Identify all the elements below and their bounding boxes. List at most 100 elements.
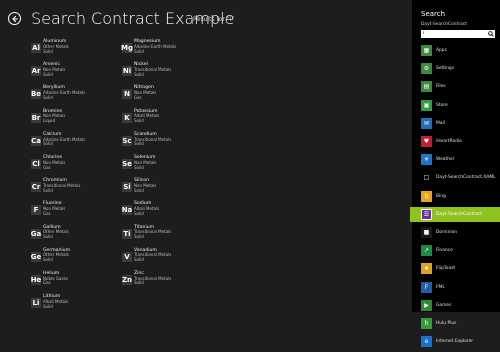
app-label: Apps bbox=[436, 48, 447, 54]
element-state: Solid bbox=[134, 234, 144, 240]
search-app-item[interactable]: ■ Dominion bbox=[412, 225, 500, 240]
element-result-item[interactable]: Al Aluminum Other Metals Solid bbox=[31, 39, 117, 60]
element-symbol-tile: Zn bbox=[121, 274, 133, 285]
app-icon: ✉ bbox=[421, 117, 432, 129]
element-info: Chlorine Non Metals Gas bbox=[43, 155, 65, 170]
element-result-item[interactable]: Se Selenium Non Metals Solid bbox=[122, 155, 208, 176]
app-icon: ▤ bbox=[421, 81, 432, 93]
app-icon: ▦ bbox=[421, 45, 432, 57]
element-result-item[interactable]: N Nitrogen Non Metals Gas bbox=[122, 86, 208, 106]
app-icon: □ bbox=[421, 172, 432, 184]
search-app-item[interactable]: ▣ Store bbox=[412, 98, 500, 113]
element-info: Gallium Other Metals Solid bbox=[43, 225, 69, 240]
element-symbol-tile: Be bbox=[30, 89, 42, 100]
search-app-item[interactable]: ⚙ Settings bbox=[412, 61, 500, 76]
element-info: Chromium Transitional Metals Solid bbox=[43, 178, 80, 193]
search-app-item[interactable]: ▤ Files bbox=[412, 79, 500, 94]
search-app-item[interactable]: ▦ Apps bbox=[412, 43, 500, 58]
app-icon: ■ bbox=[421, 226, 432, 238]
element-result-item[interactable]: F Fluorine Non Metals Gas bbox=[31, 202, 117, 222]
element-symbol-tile: Sc bbox=[122, 135, 132, 146]
element-symbol-tile: Ar bbox=[31, 66, 41, 77]
app-icon: ♥ bbox=[421, 136, 432, 148]
element-result-item[interactable]: Ti Titanium Transitional Metals Solid bbox=[122, 225, 208, 246]
element-result-item[interactable]: Be Beryllium Alkaline Earth Metals Solid bbox=[31, 86, 117, 106]
search-app-item[interactable]: ☀ Weather bbox=[412, 152, 500, 167]
app-icon: ⚙ bbox=[421, 63, 432, 75]
element-result-item[interactable]: He Helium Noble Gases Gas bbox=[30, 271, 117, 292]
element-symbol-tile: Ti bbox=[122, 228, 132, 239]
element-info: Beryllium Alkaline Earth Metals Solid bbox=[43, 86, 85, 100]
app-label: FML bbox=[436, 284, 445, 290]
app-label: Settings bbox=[436, 66, 455, 72]
element-result-item[interactable]: Ar Arsenic Non Metals Solid bbox=[31, 62, 117, 83]
element-result-item[interactable]: Mg Magnesium Alkaline Earth Metals Solid bbox=[121, 39, 208, 60]
app-label: Internet Explorer bbox=[436, 339, 474, 345]
results-column-1: Al Aluminum Other Metals Solid Ar Arsenic Non … bbox=[30, 39, 117, 318]
search-app-item[interactable]: ✉ Mail bbox=[412, 116, 500, 131]
app-icon: ★ bbox=[421, 263, 432, 275]
element-result-item[interactable]: Ga Gallium Other Metals Solid bbox=[31, 225, 117, 246]
search-app-item[interactable]: ↗ Finance bbox=[412, 243, 500, 258]
element-state: Solid bbox=[134, 187, 144, 193]
element-result-item[interactable]: Cr Chromium Transitional Metals Solid bbox=[31, 178, 117, 199]
element-state: Solid bbox=[134, 48, 144, 54]
element-result-item[interactable]: Na Sodium Alkali Metals Solid bbox=[122, 202, 208, 222]
element-symbol-tile: Si bbox=[122, 182, 132, 193]
element-symbol-tile: Mg bbox=[121, 43, 133, 53]
element-symbol-tile: Se bbox=[122, 158, 132, 169]
element-state: Solid bbox=[43, 257, 53, 263]
element-symbol-tile: N bbox=[122, 89, 132, 100]
element-result-item[interactable]: Si Silicon Non Metals Solid bbox=[122, 178, 208, 199]
search-app-item[interactable]: b Bing bbox=[412, 189, 500, 204]
search-app-item[interactable]: □ Dayt-SearchContract.XAML bbox=[412, 170, 500, 185]
element-result-item[interactable]: Ca Calcium Alkaline Earth Metals Solid bbox=[31, 132, 117, 153]
search-app-item[interactable]: h Hulu Plus bbox=[412, 316, 500, 331]
element-result-item[interactable]: Zn Zinc Transitional Metals Solid bbox=[121, 271, 208, 292]
app-label: Dayt-SearchContract bbox=[436, 211, 482, 217]
app-label: Bing bbox=[436, 193, 446, 199]
element-state: Solid bbox=[43, 303, 53, 309]
element-result-item[interactable]: Li Lithium Alkali Metals Solid bbox=[31, 294, 117, 315]
search-app-item[interactable]: e Internet Explorer bbox=[412, 334, 500, 349]
back-button[interactable] bbox=[8, 12, 21, 25]
element-result-item[interactable]: Ni Nickel Transitional Metals Solid bbox=[122, 62, 208, 83]
app-icon: e bbox=[421, 336, 432, 348]
app-icon: ☰ bbox=[421, 208, 432, 220]
search-app-item[interactable]: F FML bbox=[412, 279, 500, 294]
element-info: Scandium Transitional Metals Solid bbox=[134, 132, 171, 147]
app-icon: ↗ bbox=[421, 245, 432, 257]
element-info: Calcium Alkaline Earth Metals Solid bbox=[43, 132, 85, 147]
element-result-item[interactable]: K Potassium Alkali Metals Solid bbox=[122, 109, 208, 130]
search-app-item[interactable]: ★ FlipToast bbox=[412, 261, 500, 276]
element-info: Titanium Transitional Metals Solid bbox=[134, 225, 171, 240]
search-query: i bbox=[423, 31, 425, 36]
element-result-item[interactable]: Cl Chlorine Non Metals Gas bbox=[31, 155, 117, 176]
app-label: Games bbox=[436, 302, 452, 308]
app-icon: ▣ bbox=[421, 99, 432, 111]
search-app-item[interactable]: ☰ Dayt-SearchContract bbox=[410, 206, 500, 222]
element-info: Germanium Other Metals Solid bbox=[43, 248, 70, 263]
app-label: FlipToast bbox=[436, 266, 456, 272]
element-symbol-tile: Al bbox=[31, 43, 41, 53]
app-label: Weather bbox=[436, 157, 455, 163]
element-symbol-tile: Li bbox=[31, 298, 41, 309]
search-icon[interactable] bbox=[488, 31, 494, 37]
search-app-item[interactable]: ▶ Games bbox=[412, 298, 500, 313]
element-state: Solid bbox=[134, 118, 144, 124]
search-app-item[interactable]: ♥ iHeartRadio bbox=[412, 134, 500, 149]
search-input[interactable]: i bbox=[421, 30, 495, 38]
app-icon: h bbox=[421, 317, 432, 329]
element-result-item[interactable]: Ge Germanium Other Metals Solid bbox=[31, 248, 117, 269]
element-result-item[interactable]: Sc Scandium Transitional Metals Solid bbox=[122, 132, 208, 153]
element-state: Liquid bbox=[43, 118, 56, 124]
element-symbol-tile: He bbox=[30, 274, 42, 285]
search-pane: Search Dayt-SearchContract i ▦ Apps ⚙ Setti… bbox=[410, 0, 500, 348]
element-state: Gas bbox=[43, 164, 51, 170]
app-label: Dominion bbox=[436, 229, 458, 235]
element-state: Gas bbox=[43, 280, 51, 286]
arrow-left-icon bbox=[11, 15, 18, 22]
element-result-item[interactable]: V Vanadium Transitional Metals Solid bbox=[122, 248, 208, 269]
element-result-item[interactable]: Br Bromine Non Metals Liquid bbox=[31, 109, 117, 130]
element-state: Solid bbox=[43, 187, 53, 193]
